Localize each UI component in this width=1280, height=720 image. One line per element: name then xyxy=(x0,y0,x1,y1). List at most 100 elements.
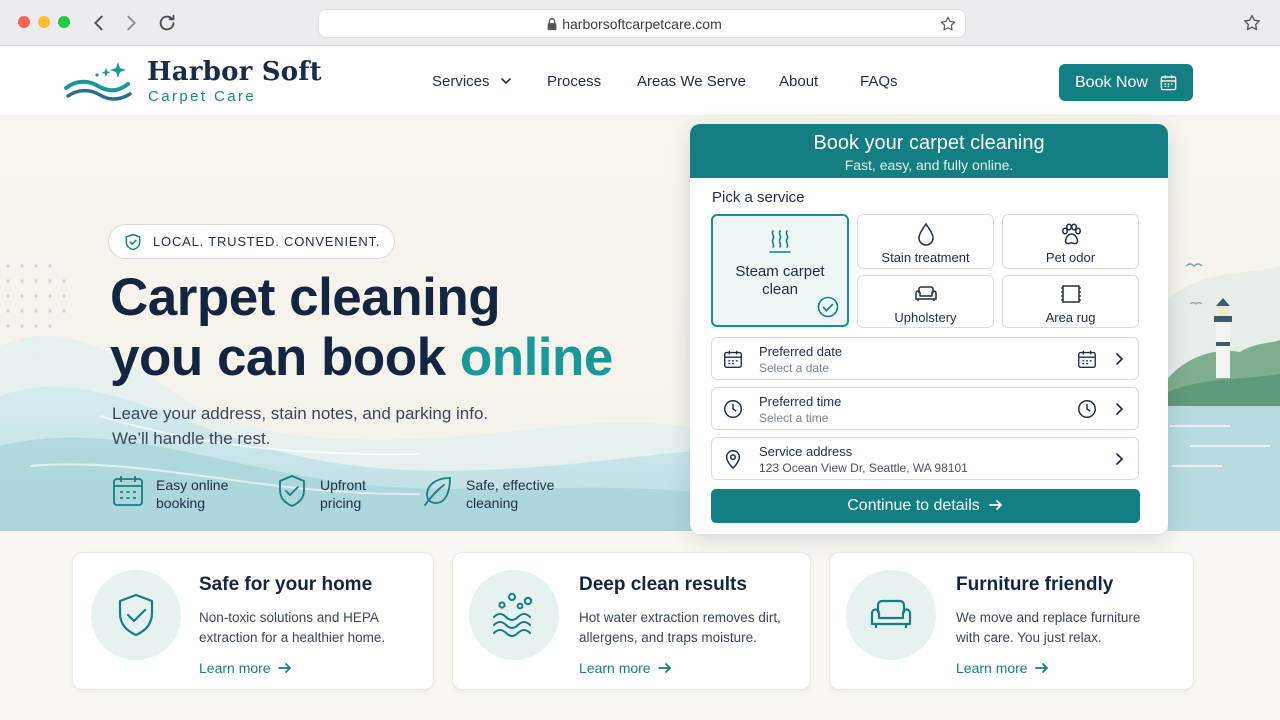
leaf-icon xyxy=(424,477,451,506)
address-bar[interactable]: harborsoftcarpetcare.com xyxy=(318,9,966,38)
shield-check-icon xyxy=(118,593,154,637)
continue-to-details-button[interactable]: Continue to details xyxy=(711,489,1140,523)
book-now-label: Book Now xyxy=(1075,74,1148,91)
service-address-field[interactable]: Service address 123 Ocean View Dr, Seatt… xyxy=(711,437,1139,480)
service-option-steam[interactable]: Steam carpet clean xyxy=(711,214,849,327)
nav-areas-we-serve[interactable]: Areas We Serve xyxy=(637,73,746,90)
arrow-right-icon xyxy=(988,500,1003,510)
shield-check-icon xyxy=(279,475,305,507)
calendar-picker-icon[interactable] xyxy=(1076,348,1098,370)
back-icon[interactable] xyxy=(88,12,110,34)
hero-lead-line2: We’ll handle the rest. xyxy=(112,429,271,448)
trust-badge: LOCAL. TRUSTED. CONVENIENT. xyxy=(108,224,396,259)
reload-icon[interactable] xyxy=(156,12,178,34)
hero-headline-plain: you can book xyxy=(110,328,460,387)
website-viewport: Harbor Soft Carpet Care Services Process… xyxy=(0,46,1280,720)
learn-more-label: Learn more xyxy=(199,660,271,676)
nav-process[interactable]: Process xyxy=(547,73,601,90)
sofa-icon xyxy=(870,599,912,628)
feature-description: Hot water extraction removes dirt, aller… xyxy=(579,610,781,645)
hero-headline-line2: you can book online xyxy=(110,328,613,388)
hero-feature-booking-label: Easy online booking xyxy=(156,477,229,511)
service-address-label: Service address xyxy=(759,444,853,459)
feature-icon-circle xyxy=(91,570,181,660)
trust-badge-text: LOCAL. TRUSTED. CONVENIENT. xyxy=(153,234,381,249)
brand-name[interactable]: Harbor Soft xyxy=(147,57,322,87)
feature-title: Safe for your home xyxy=(199,574,373,595)
service-option-upholstery-label: Upholstery xyxy=(894,310,957,325)
clock-icon xyxy=(724,400,742,418)
service-option-pet-odor[interactable]: Pet odor xyxy=(1002,214,1139,269)
feature-icon-circle xyxy=(846,570,936,660)
paw-icon xyxy=(1061,223,1081,245)
continue-label: Continue to details xyxy=(847,497,980,514)
feature-title: Furniture friendly xyxy=(956,574,1114,595)
feature-card-furniture: Furniture friendly We move and replace f… xyxy=(829,552,1194,690)
window-zoom-button[interactable] xyxy=(58,16,70,28)
booking-card-header: Book your carpet cleaning Fast, easy, an… xyxy=(690,124,1168,178)
hero-headline: Carpet cleaning you can book online xyxy=(110,268,613,388)
forward-icon[interactable] xyxy=(120,12,142,34)
url-text: harborsoftcarpetcare.com xyxy=(562,16,722,32)
bookmark-star-icon[interactable] xyxy=(939,15,957,33)
chevron-down-icon xyxy=(500,78,511,85)
learn-more-label: Learn more xyxy=(956,660,1028,676)
preferred-time-label: Preferred time xyxy=(759,394,842,409)
sofa-icon xyxy=(914,286,937,301)
calendar-icon xyxy=(724,350,742,368)
clock-picker-icon[interactable] xyxy=(1076,398,1098,420)
feature-icon-circle xyxy=(469,570,559,660)
service-option-area-rug-label: Area rug xyxy=(1045,310,1096,325)
learn-more-link[interactable]: Learn more xyxy=(579,660,673,676)
logo-wave-icon[interactable] xyxy=(64,58,136,104)
steam-icon xyxy=(769,230,791,253)
service-option-pet-odor-label: Pet odor xyxy=(1045,250,1096,265)
learn-more-label: Learn more xyxy=(579,660,651,676)
service-option-upholstery[interactable]: Upholstery xyxy=(857,275,994,328)
hero-headline-accent: online xyxy=(459,328,614,387)
chevron-right-icon xyxy=(1116,403,1124,415)
shield-check-icon xyxy=(125,233,141,251)
nav-services-label: Services xyxy=(432,73,490,90)
arrow-right-icon xyxy=(657,663,671,673)
service-option-steam-label: Steam carpet clean xyxy=(735,263,825,298)
hero-headline-line1: Carpet cleaning xyxy=(110,268,501,327)
nav-services[interactable]: Services xyxy=(432,73,512,90)
feature-card-safe: Safe for your home Non-toxic solutions a… xyxy=(72,552,434,690)
calendar-icon xyxy=(1160,75,1177,91)
checkmark-circle-icon xyxy=(817,296,839,318)
nav-about[interactable]: About xyxy=(779,73,818,90)
hero-lead: Leave your address, stain notes, and par… xyxy=(112,401,532,451)
booking-card-subtitle: Fast, easy, and fully online. xyxy=(844,157,1014,173)
nav-faqs[interactable]: FAQs xyxy=(860,73,898,90)
water-bubbles-icon xyxy=(493,593,533,637)
learn-more-link[interactable]: Learn more xyxy=(199,660,293,676)
pick-service-label: Pick a service xyxy=(712,189,805,206)
arrow-right-icon xyxy=(1034,663,1048,673)
hero-feature-cleaning-label: Safe, effective cleaning xyxy=(466,477,555,511)
browser-toolbar: harborsoftcarpetcare.com xyxy=(0,0,1280,46)
preferred-date-field[interactable]: Preferred date Select a date xyxy=(711,337,1139,380)
feature-title: Deep clean results xyxy=(579,574,747,595)
service-address-value: 123 Ocean View Dr, Seattle, WA 98101 xyxy=(759,461,968,475)
droplet-icon xyxy=(917,222,934,246)
feature-description: Non-toxic solutions and HEPA extraction … xyxy=(199,610,386,645)
service-option-area-rug[interactable]: Area rug xyxy=(1002,275,1139,328)
service-option-stain[interactable]: Stain treatment xyxy=(857,214,994,269)
site-header: Harbor Soft Carpet Care Services Process… xyxy=(0,46,1280,116)
favorites-star-icon[interactable] xyxy=(1242,13,1262,33)
book-now-button[interactable]: Book Now xyxy=(1059,64,1193,101)
chevron-right-icon xyxy=(1116,353,1124,365)
feature-card-deep-clean: Deep clean results Hot water extraction … xyxy=(452,552,811,690)
booking-card: Book your carpet cleaning Fast, easy, an… xyxy=(690,124,1168,534)
preferred-time-field[interactable]: Preferred time Select a time xyxy=(711,387,1139,430)
feature-description: We move and replace furniture with care.… xyxy=(956,610,1141,645)
calendar-icon xyxy=(113,476,143,506)
window-minimize-button[interactable] xyxy=(38,16,50,28)
preferred-time-placeholder: Select a time xyxy=(759,411,829,425)
hero-feature-pricing-label: Upfront pricing xyxy=(320,477,366,511)
window-close-button[interactable] xyxy=(18,16,30,28)
brand-tagline: Carpet Care xyxy=(148,88,257,105)
hero-lead-line1: Leave your address, stain notes, and par… xyxy=(112,404,489,423)
learn-more-link[interactable]: Learn more xyxy=(956,660,1050,676)
